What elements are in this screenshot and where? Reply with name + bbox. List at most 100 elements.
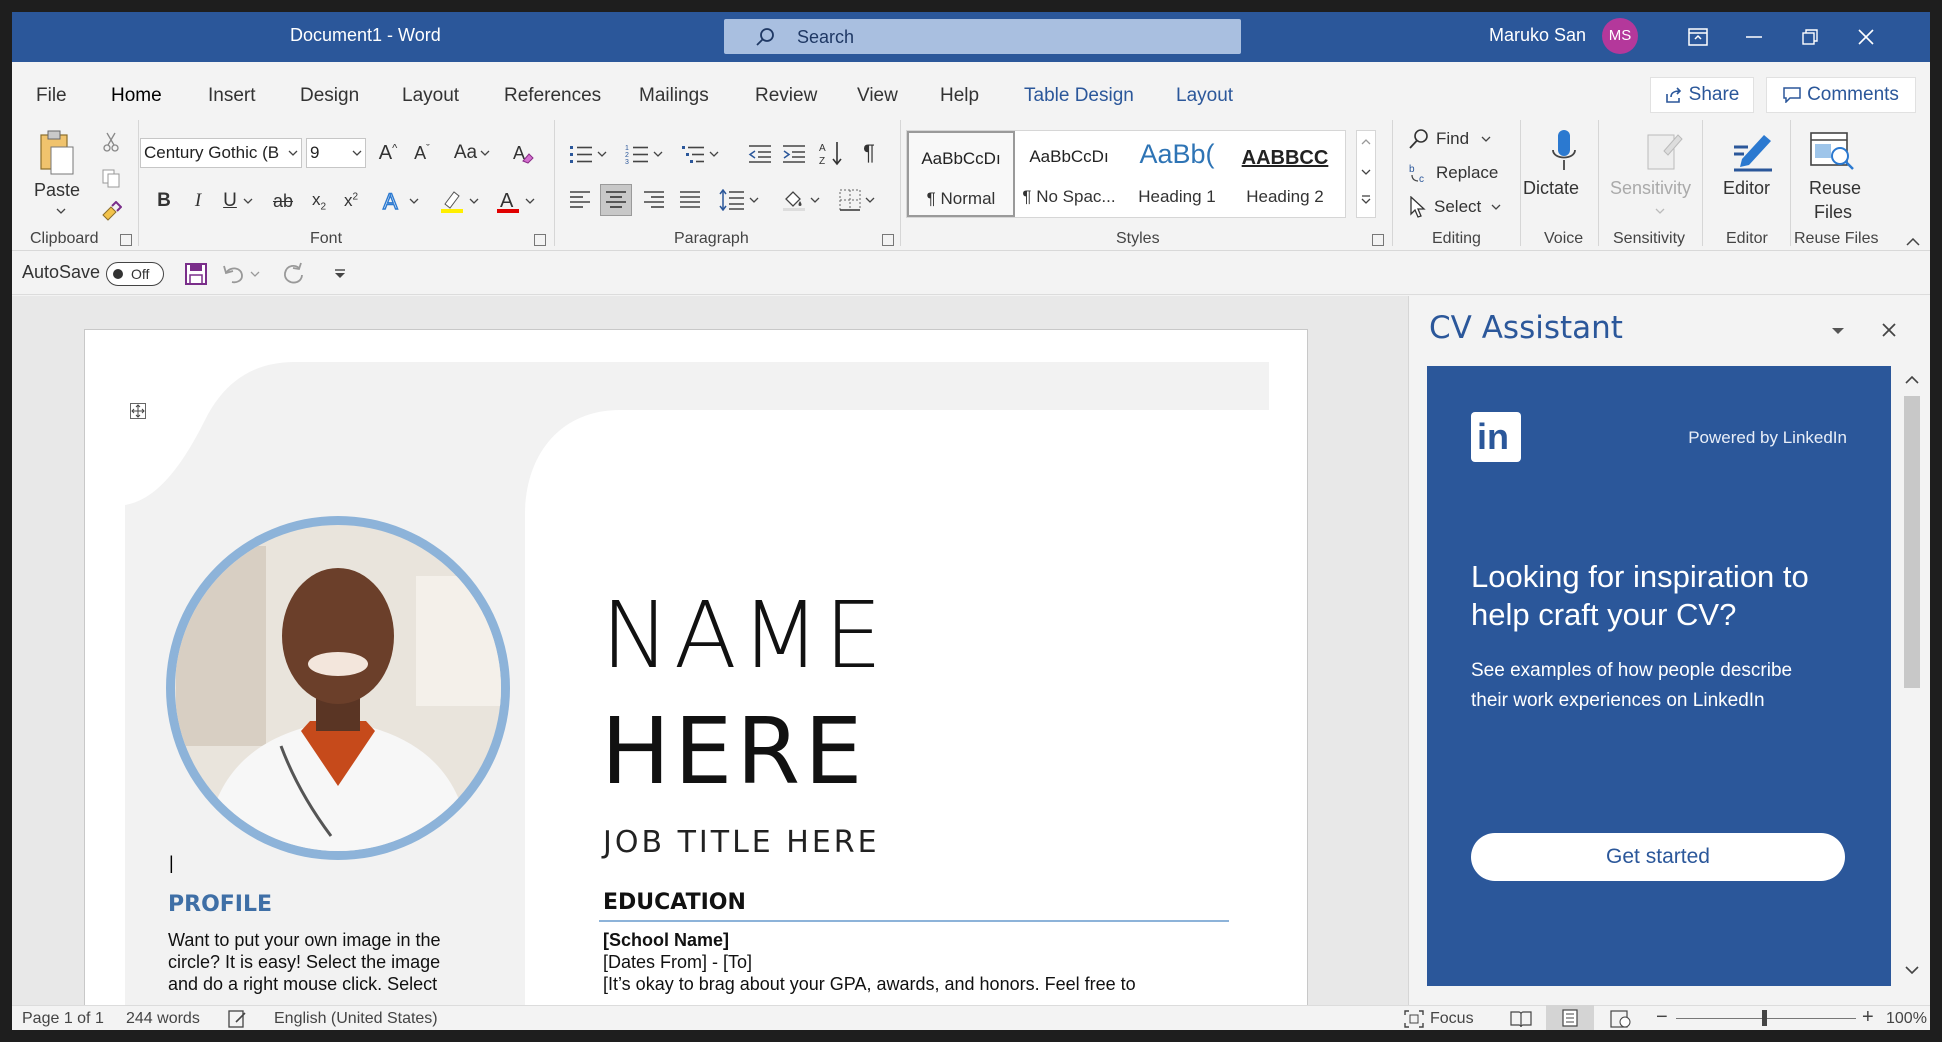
tab-review[interactable]: Review — [755, 85, 817, 107]
chevron-up-icon[interactable] — [1905, 376, 1919, 384]
align-right-button[interactable] — [640, 186, 668, 214]
chevron-up-icon[interactable] — [1361, 139, 1371, 145]
customize-qat-button[interactable] — [330, 260, 350, 288]
shrink-font-button[interactable]: Aˇ — [408, 138, 436, 168]
paragraph-launcher[interactable] — [882, 234, 894, 246]
bold-button[interactable]: B — [152, 186, 176, 216]
focus-icon[interactable] — [1404, 1010, 1424, 1028]
redo-button[interactable] — [278, 260, 308, 288]
document-page[interactable]: | PROFILE Want to put your own image in … — [84, 329, 1308, 1005]
font-name-box[interactable]: Century Gothic (B — [140, 138, 302, 168]
highlight-color-button[interactable] — [436, 186, 482, 216]
ribbon-display-options-button[interactable] — [1670, 12, 1726, 62]
close-button[interactable] — [1838, 12, 1894, 62]
strikethrough-button[interactable]: ab — [268, 186, 298, 216]
subscript-button[interactable]: x2 — [306, 186, 332, 216]
format-painter-button[interactable] — [98, 200, 124, 224]
reuse-files-button[interactable] — [1806, 126, 1858, 176]
chevron-down-icon[interactable] — [1361, 169, 1371, 175]
tab-home[interactable]: Home — [111, 85, 162, 118]
tab-view[interactable]: View — [857, 85, 898, 107]
scrollbar-thumb[interactable] — [1904, 396, 1920, 688]
text-effects-button[interactable]: A — [378, 186, 422, 216]
show-formatting-button[interactable]: ¶ — [856, 138, 882, 168]
zoom-out-icon[interactable]: − — [1656, 1006, 1668, 1029]
copy-button[interactable] — [98, 166, 124, 190]
save-button[interactable] — [182, 260, 210, 288]
focus-label[interactable]: Focus — [1430, 1010, 1474, 1028]
tab-insert[interactable]: Insert — [208, 85, 256, 107]
tab-table-layout[interactable]: Layout — [1176, 85, 1233, 107]
clipboard-launcher[interactable] — [120, 234, 132, 246]
zoom-slider-thumb[interactable] — [1762, 1010, 1767, 1026]
tab-mailings[interactable]: Mailings — [639, 85, 709, 107]
style-no-spacing[interactable]: AaBbCcDı ¶ No Spac... — [1015, 131, 1123, 217]
bullets-button[interactable] — [564, 140, 612, 168]
align-center-button[interactable] — [600, 184, 632, 216]
shading-button[interactable] — [778, 186, 824, 214]
user-name[interactable]: Maruko San — [1489, 25, 1586, 46]
find-button[interactable]: Find — [1408, 126, 1508, 152]
paste-button[interactable] — [30, 124, 82, 182]
share-button[interactable]: Share — [1650, 77, 1754, 113]
tab-references[interactable]: References — [504, 85, 601, 107]
tab-table-design[interactable]: Table Design — [1024, 85, 1134, 107]
page-count[interactable]: Page 1 of 1 — [22, 1010, 104, 1028]
chevron-down-icon[interactable] — [288, 150, 298, 156]
close-icon[interactable] — [1881, 322, 1897, 338]
increase-indent-button[interactable] — [780, 140, 808, 168]
get-started-button[interactable]: Get started — [1471, 833, 1845, 881]
pane-options-icon[interactable] — [1831, 327, 1845, 335]
change-case-button[interactable]: Aa — [450, 138, 494, 168]
italic-button[interactable]: I — [186, 186, 210, 216]
align-left-button[interactable] — [566, 186, 594, 214]
clear-formatting-button[interactable]: A — [508, 138, 538, 168]
more-styles-icon[interactable] — [1361, 195, 1371, 205]
tab-layout[interactable]: Layout — [402, 85, 459, 107]
cut-button[interactable] — [98, 130, 124, 154]
chevron-down-icon[interactable] — [352, 150, 362, 156]
zoom-in-icon[interactable]: + — [1862, 1006, 1874, 1029]
chevron-down-icon[interactable] — [56, 208, 66, 214]
style-normal[interactable]: AaBbCcDı ¶ Normal — [907, 131, 1015, 217]
zoom-level[interactable]: 100% — [1886, 1010, 1927, 1028]
style-heading-2[interactable]: AABBCC Heading 2 — [1231, 131, 1339, 217]
pane-scrollbar[interactable] — [1899, 366, 1925, 986]
proofing-icon[interactable] — [228, 1010, 248, 1028]
undo-button[interactable] — [218, 260, 264, 288]
autosave-toggle[interactable]: Off — [106, 262, 164, 286]
read-mode-icon[interactable] — [1510, 1010, 1532, 1028]
web-layout-icon[interactable] — [1610, 1010, 1632, 1028]
minimize-button[interactable] — [1726, 12, 1782, 62]
profile-photo[interactable] — [166, 516, 510, 860]
avatar[interactable]: MS — [1602, 18, 1638, 54]
tab-file[interactable]: File — [36, 85, 67, 107]
font-launcher[interactable] — [534, 234, 546, 246]
collapse-ribbon-icon[interactable] — [1906, 238, 1920, 246]
styles-launcher[interactable] — [1372, 234, 1384, 246]
editor-button[interactable] — [1728, 126, 1780, 176]
replace-button[interactable]: bc Replace — [1408, 160, 1518, 186]
decrease-indent-button[interactable] — [746, 140, 774, 168]
grow-font-button[interactable]: A^ — [374, 138, 402, 168]
font-color-button[interactable]: A — [492, 186, 538, 216]
word-count[interactable]: 244 words — [126, 1010, 200, 1028]
tab-design[interactable]: Design — [300, 85, 359, 107]
print-layout-button[interactable] — [1546, 1005, 1594, 1030]
style-heading-1[interactable]: AaBb( Heading 1 — [1123, 131, 1231, 217]
underline-button[interactable]: U — [218, 186, 258, 216]
numbering-button[interactable]: 123 — [620, 140, 668, 168]
sort-button[interactable]: AZ — [818, 138, 846, 168]
tab-help[interactable]: Help — [940, 85, 979, 107]
language[interactable]: English (United States) — [274, 1010, 438, 1028]
restore-button[interactable] — [1782, 12, 1838, 62]
justify-button[interactable] — [676, 186, 704, 214]
search-box[interactable]: Search — [724, 19, 1241, 54]
chevron-down-icon[interactable] — [1905, 966, 1919, 974]
borders-button[interactable] — [834, 186, 880, 214]
line-spacing-button[interactable] — [716, 186, 762, 214]
table-move-handle[interactable] — [130, 403, 146, 419]
dictate-button[interactable] — [1536, 126, 1592, 176]
multilevel-list-button[interactable] — [676, 140, 724, 168]
superscript-button[interactable]: x2 — [338, 186, 364, 216]
